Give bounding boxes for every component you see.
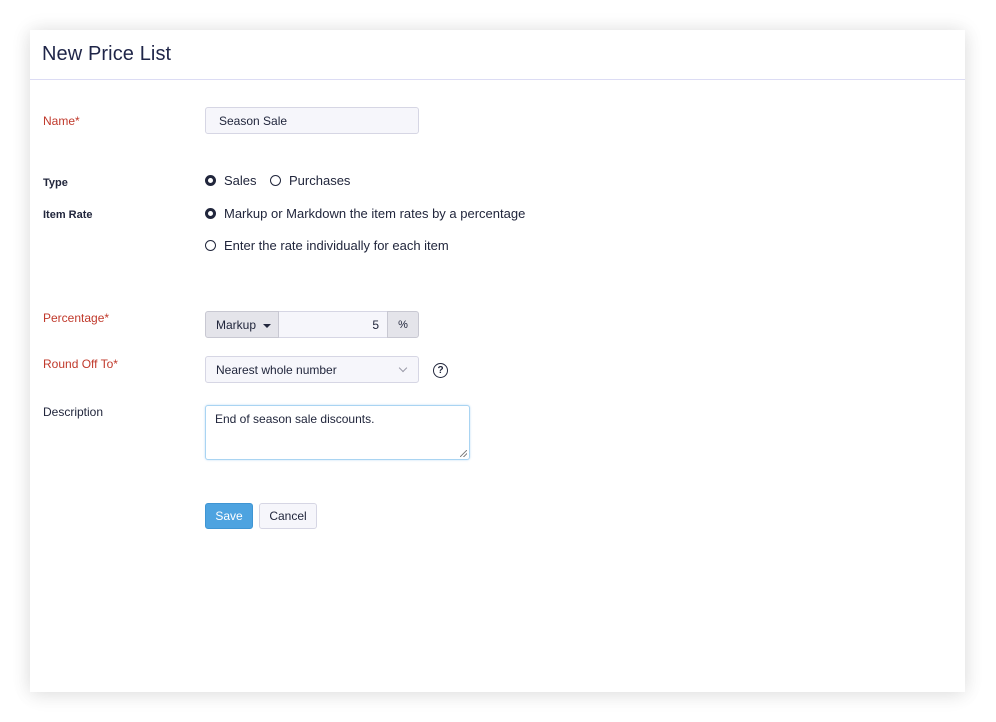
description-textarea[interactable]: End of season sale discounts. <box>205 405 470 460</box>
page-title: New Price List <box>42 43 172 65</box>
item-rate-option-label: Markup or Markdown the item rates by a p… <box>224 206 526 221</box>
cancel-button[interactable]: Cancel <box>259 503 317 529</box>
radio-selected-icon <box>205 175 216 186</box>
item-rate-option-label: Enter the rate individually for each ite… <box>224 238 449 253</box>
type-option-label: Purchases <box>289 173 351 188</box>
percentage-input[interactable]: 5 <box>279 311 387 338</box>
radio-selected-icon <box>205 208 216 219</box>
radio-unselected-icon <box>270 175 281 186</box>
page-header: New Price List <box>30 30 965 80</box>
description-label: Description <box>43 405 104 419</box>
item-rate-radio-markup[interactable]: Markup or Markdown the item rates by a p… <box>205 206 525 221</box>
round-off-label: Round Off To* <box>43 357 118 371</box>
percent-suffix: % <box>387 311 419 338</box>
markup-dropdown[interactable]: Markup <box>205 311 279 338</box>
round-off-select[interactable]: Nearest whole number <box>205 356 419 383</box>
percentage-label: Percentage* <box>43 311 110 325</box>
price-list-form-card: New Price List Name* Season Sale Type Sa… <box>30 30 965 692</box>
resize-handle-icon[interactable] <box>460 450 467 457</box>
markup-dropdown-value: Markup <box>216 317 257 332</box>
name-input[interactable]: Season Sale <box>205 107 419 134</box>
help-icon[interactable]: ? <box>433 363 448 378</box>
radio-unselected-icon <box>205 240 216 251</box>
type-option-label: Sales <box>224 173 257 188</box>
type-label: Type <box>43 177 68 189</box>
round-off-value: Nearest whole number <box>216 362 337 377</box>
percentage-group: Markup 5 % <box>205 311 419 338</box>
type-radio-purchases[interactable]: Purchases <box>270 173 350 188</box>
item-rate-label: Item Rate <box>43 209 93 221</box>
chevron-down-icon <box>398 363 408 373</box>
description-text: End of season sale discounts. <box>215 412 375 426</box>
save-button[interactable]: Save <box>205 503 253 529</box>
name-label: Name* <box>43 114 80 128</box>
caret-down-icon <box>263 323 272 328</box>
item-rate-radio-individual[interactable]: Enter the rate individually for each ite… <box>205 238 449 253</box>
type-radio-sales[interactable]: Sales <box>205 173 257 188</box>
